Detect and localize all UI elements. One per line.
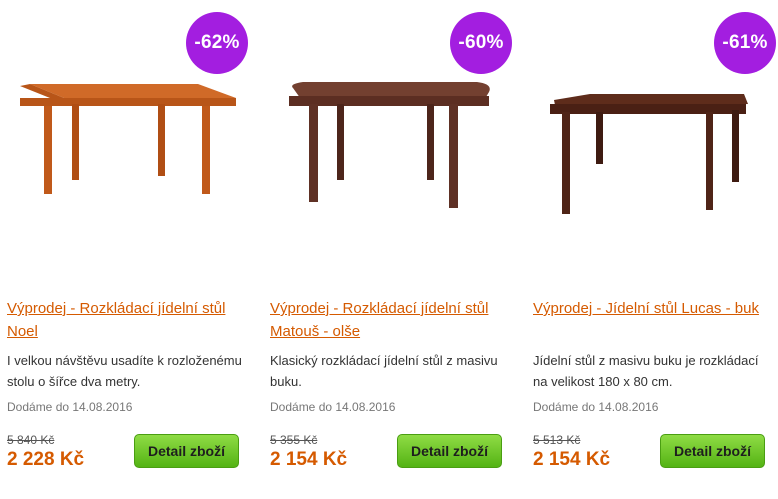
discount-badge: -60% bbox=[450, 12, 512, 74]
product-description: I velkou návštěvu usadíte k rozloženému … bbox=[7, 353, 242, 389]
old-price: 5 355 Kč bbox=[270, 433, 318, 447]
product-grid: -62% Výprodej - Rozkládací jídelní stůl … bbox=[0, 0, 778, 499]
new-price: 2 228 Kč bbox=[7, 449, 85, 470]
detail-button[interactable]: Detail zboží bbox=[660, 434, 765, 468]
delivery-date: Dodáme do 14.08.2016 bbox=[7, 400, 133, 414]
delivery-date: Dodáme do 14.08.2016 bbox=[533, 400, 659, 414]
new-price: 2 154 Kč bbox=[533, 449, 611, 470]
discount-badge: -62% bbox=[186, 12, 248, 74]
detail-button[interactable]: Detail zboží bbox=[397, 434, 502, 468]
product-card: -62% Výprodej - Rozkládací jídelní stůl … bbox=[0, 0, 252, 499]
delivery-date: Dodáme do 14.08.2016 bbox=[270, 400, 396, 414]
product-description: Klasický rozkládací jídelní stůl z masiv… bbox=[270, 353, 498, 389]
old-price: 5 840 Kč bbox=[7, 433, 55, 447]
detail-button[interactable]: Detail zboží bbox=[134, 434, 239, 468]
old-price: 5 513 Kč bbox=[533, 433, 581, 447]
product-card: -61% Výprodej - Jídelní stůl Lucas - buk… bbox=[526, 0, 778, 499]
new-price: 2 154 Kč bbox=[270, 449, 348, 470]
product-title-link[interactable]: Výprodej - Rozkládací jídelní stůl Matou… bbox=[270, 297, 510, 343]
product-card: -60% Výprodej - Rozkládací jídelní stůl … bbox=[263, 0, 515, 499]
discount-badge: -61% bbox=[714, 12, 776, 74]
product-description: Jídelní stůl z masivu buku je rozkládací… bbox=[533, 353, 759, 389]
product-title-link[interactable]: Výprodej - Jídelní stůl Lucas - buk bbox=[533, 297, 773, 320]
product-title-link[interactable]: Výprodej - Rozkládací jídelní stůl Noel bbox=[7, 297, 247, 343]
